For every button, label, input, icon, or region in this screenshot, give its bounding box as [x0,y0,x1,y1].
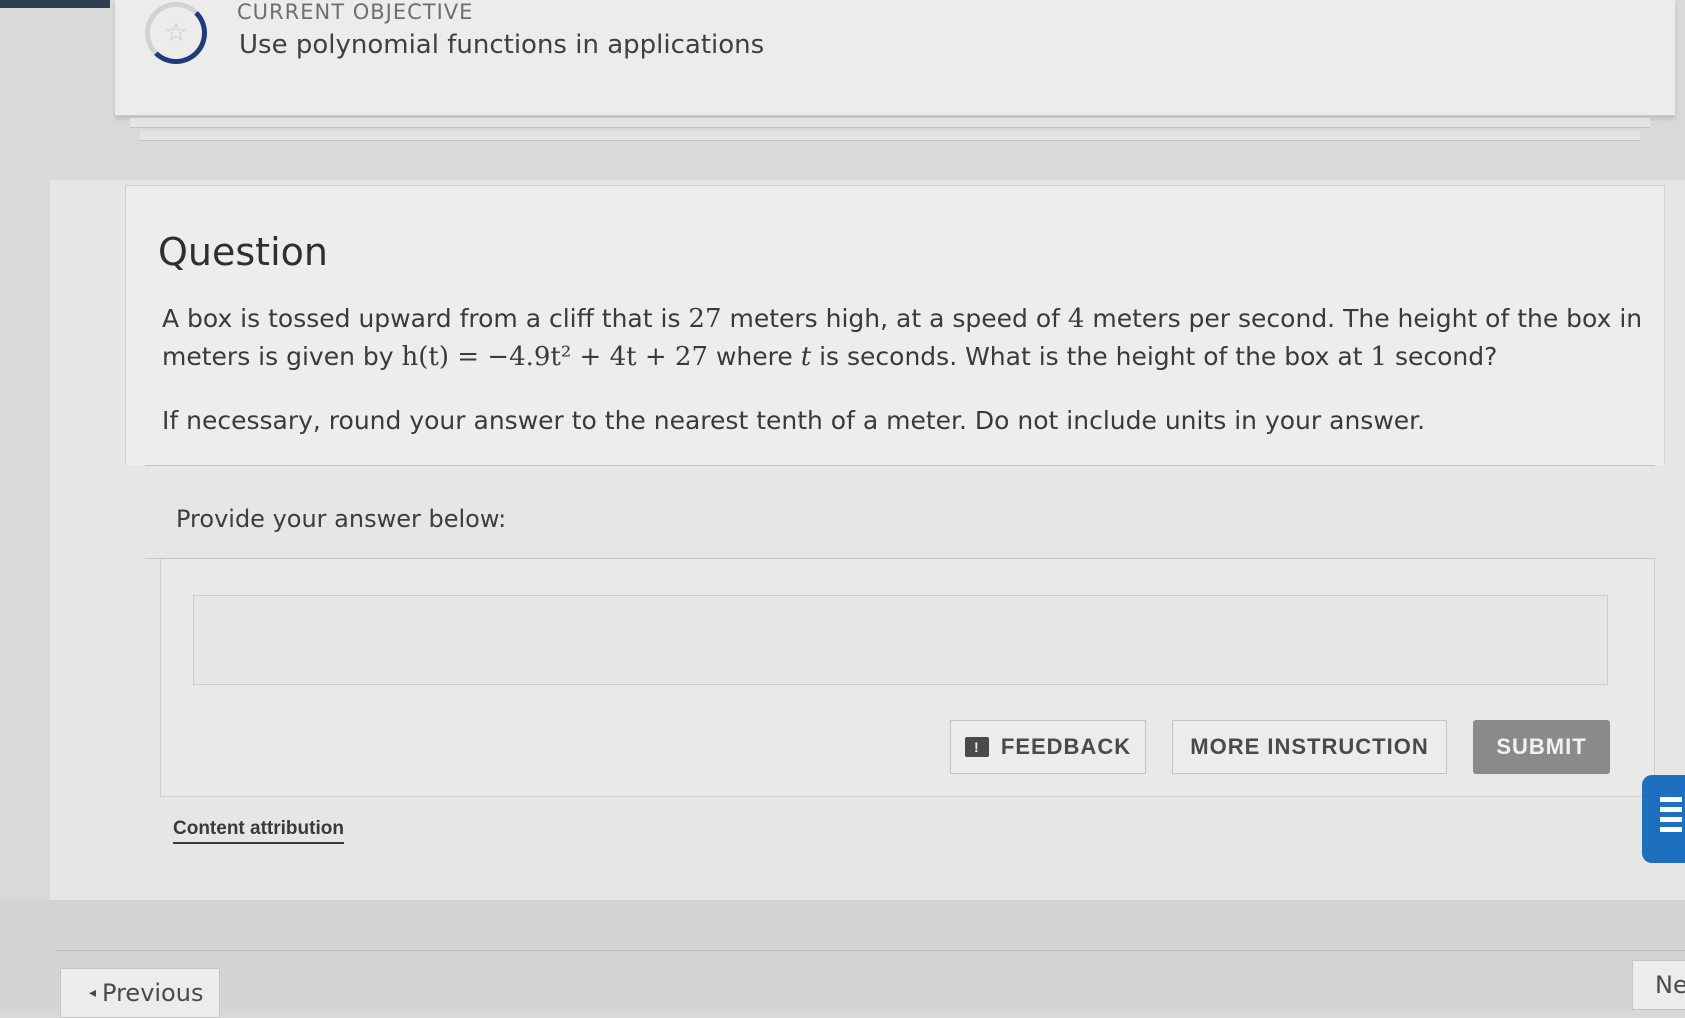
question-text: A box is tossed upward from a cliff that… [162,304,1643,372]
feedback-icon: ! [964,737,989,757]
objective-title: Use polynomial functions in applications [239,30,765,60]
stacked-card-edge [130,118,1650,128]
submit-button[interactable]: SUBMIT [1473,720,1610,774]
next-button[interactable]: Ne [1632,960,1685,1010]
previous-label: Previous [102,979,204,1007]
star-icon: ☆ [164,18,188,48]
divider [55,950,1685,951]
divider [145,465,1655,466]
answer-input[interactable] [193,595,1608,685]
side-panel-tab[interactable] [1642,775,1685,863]
feedback-button[interactable]: ! FEEDBACK [950,720,1146,774]
height-formula: h(t) = −4.9t² + 4t + 27 [401,342,708,372]
menu-icon [1660,797,1682,837]
caret-left-icon: ◂ [89,985,97,1001]
objective-label: CURRENT OBJECTIVE [237,0,474,24]
content-attribution-link[interactable]: Content attribution [173,818,344,844]
feedback-label: FEEDBACK [1000,734,1132,759]
more-instruction-button[interactable]: MORE INSTRUCTION [1172,720,1447,774]
previous-button[interactable]: ◂ Previous [60,968,220,1018]
top-nav-strip [0,0,110,8]
answer-label: Provide your answer below: [176,505,507,533]
question-heading: Question [158,230,328,274]
bottom-nav-bar [0,900,1685,1009]
rounding-instruction: If necessary, round your answer to the n… [162,406,1426,435]
stacked-card-edge [140,131,1640,141]
objective-progress-ring: ☆ [145,2,207,64]
